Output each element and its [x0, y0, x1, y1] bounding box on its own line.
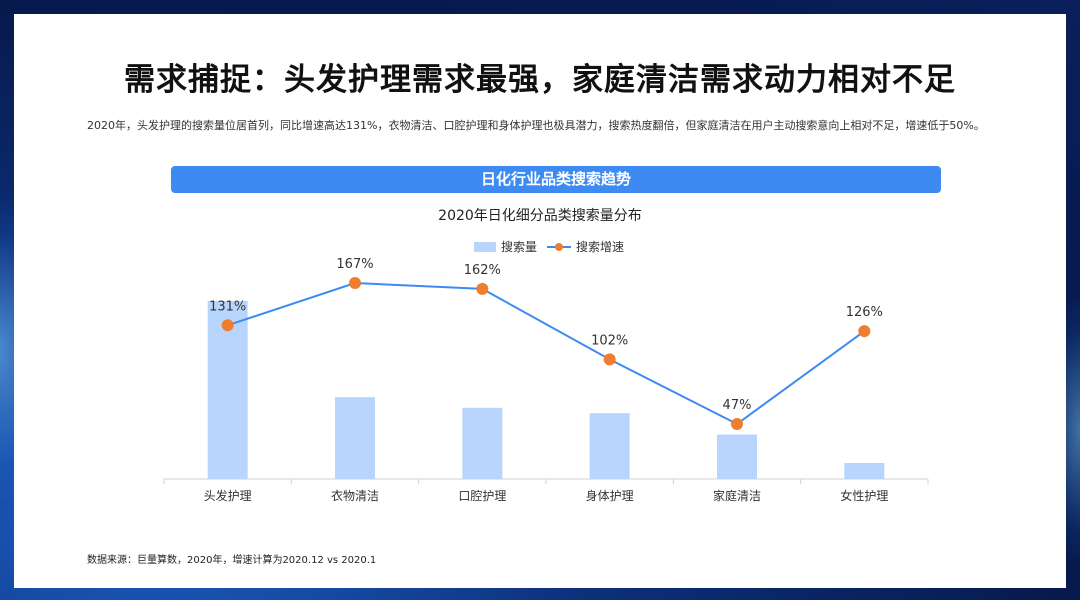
content-card: 需求捕捉：头发护理需求最强，家庭清洁需求动力相对不足 2020年，头发护理的搜索…	[14, 14, 1066, 588]
chart-plot: 头发护理 衣物清洁 口腔护理 身体护理 家庭清洁 女性护理 131% 167% 162% 102%…	[163, 257, 929, 503]
x-tick-label: 衣物清洁	[331, 488, 379, 503]
growth-data-label: 102%	[591, 333, 628, 348]
growth-marker-3	[603, 353, 616, 366]
x-tick-label: 家庭清洁	[713, 488, 761, 503]
growth-marker-1	[349, 277, 361, 289]
growth-data-label: 162%	[464, 263, 501, 278]
bar-3	[589, 413, 630, 479]
growth-line	[227, 281, 865, 426]
bar-4	[717, 434, 757, 479]
growth-data-label: 126%	[846, 305, 883, 320]
x-tick-label: 女性护理	[840, 488, 888, 503]
bar-5	[844, 462, 885, 479]
growth-marker-0	[221, 319, 234, 332]
x-tick-label: 口腔护理	[458, 488, 506, 503]
growth-marker-5	[858, 325, 871, 338]
growth-data-label: 167%	[336, 257, 373, 272]
growth-data-label: 131%	[209, 299, 246, 314]
x-tick-label: 身体护理	[586, 488, 634, 503]
bar-2	[462, 407, 503, 479]
bar-1	[335, 397, 375, 479]
growth-marker-4	[731, 418, 743, 430]
growth-data-label: 47%	[723, 398, 752, 413]
x-tick-label: 头发护理	[204, 488, 252, 503]
data-source-note: 数据来源：巨量算数，2020年，增速计算为2020.12 vs 2020.1	[87, 555, 377, 566]
growth-marker-2	[476, 282, 489, 295]
